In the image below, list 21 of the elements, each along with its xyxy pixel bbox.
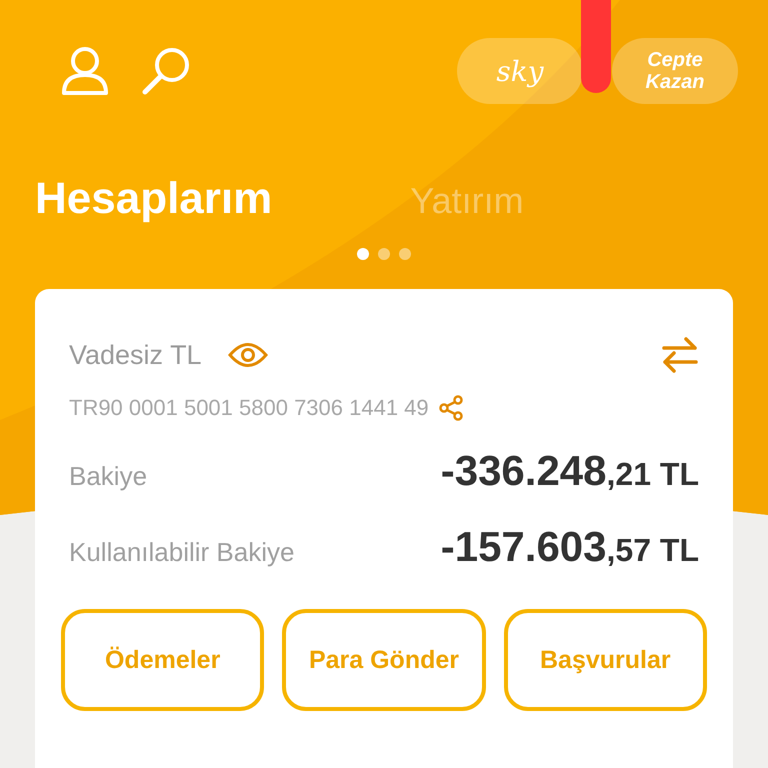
page-dot[interactable] [399,248,411,260]
balance-label: Bakiye [69,461,148,492]
iban-text: TR90 0001 5001 5800 7306 1441 49 [69,395,429,421]
action-button[interactable]: Ödemeler [61,609,264,711]
promo-button[interactable]: Cepte Kazan [612,38,738,104]
action-button[interactable]: Para Gönder [282,609,486,711]
share-icon[interactable] [438,395,465,421]
tab[interactable]: Yatırım [410,180,524,222]
page-dot[interactable] [378,248,390,260]
tab[interactable]: Hesaplarım [35,174,272,224]
ribbon-tab[interactable] [581,0,611,93]
transfer-icon[interactable] [661,337,699,373]
account-name: Vadesiz TL [69,340,202,370]
balance-amount: -157.603,57 TL [440,523,699,571]
balance-amount: -336.248,21 TL [440,447,699,495]
action-button[interactable]: Başvurular [504,609,707,711]
search-icon[interactable] [140,46,192,96]
balance-label: Kullanılabilir Bakiye [69,537,294,568]
logo-button[interactable]: sky [457,38,583,104]
eye-icon[interactable] [228,342,268,368]
user-icon[interactable] [60,46,110,96]
